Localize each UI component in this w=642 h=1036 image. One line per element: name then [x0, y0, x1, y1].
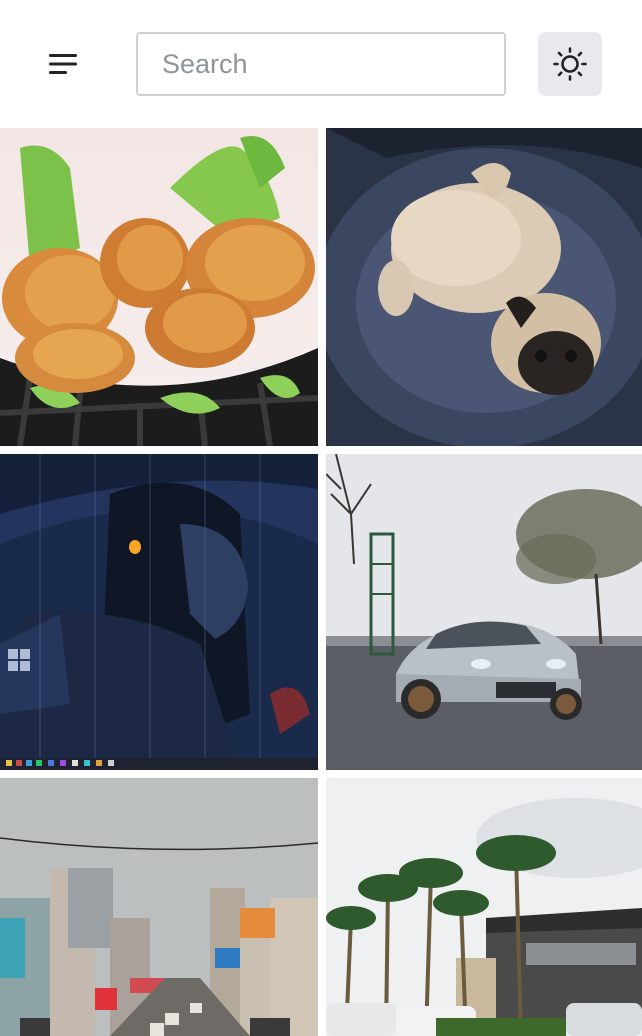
theme-toggle-button[interactable] [538, 32, 602, 96]
gallery-tile[interactable] [326, 454, 642, 770]
anime-girl-rain-photo [0, 454, 318, 770]
app [0, 0, 642, 1036]
header [0, 0, 642, 128]
search-container [136, 32, 506, 96]
hamburger-menu-icon [49, 54, 77, 74]
gallery-tile[interactable] [326, 778, 642, 1036]
sun-icon [553, 47, 587, 81]
gallery-tile[interactable] [0, 454, 318, 770]
gallery-tile[interactable] [0, 128, 318, 446]
fried-chicken-photo [0, 128, 318, 446]
palm-trees-building-photo [326, 778, 642, 1036]
menu-button[interactable] [36, 34, 92, 94]
silver-sports-car-photo [326, 454, 642, 770]
gallery-tile[interactable] [326, 128, 642, 446]
search-input[interactable] [136, 32, 506, 96]
gallery-tile[interactable] [0, 778, 318, 1036]
image-gallery [0, 128, 642, 1036]
city-street-photo [0, 778, 318, 1036]
pug-on-cushion-photo [326, 128, 642, 446]
